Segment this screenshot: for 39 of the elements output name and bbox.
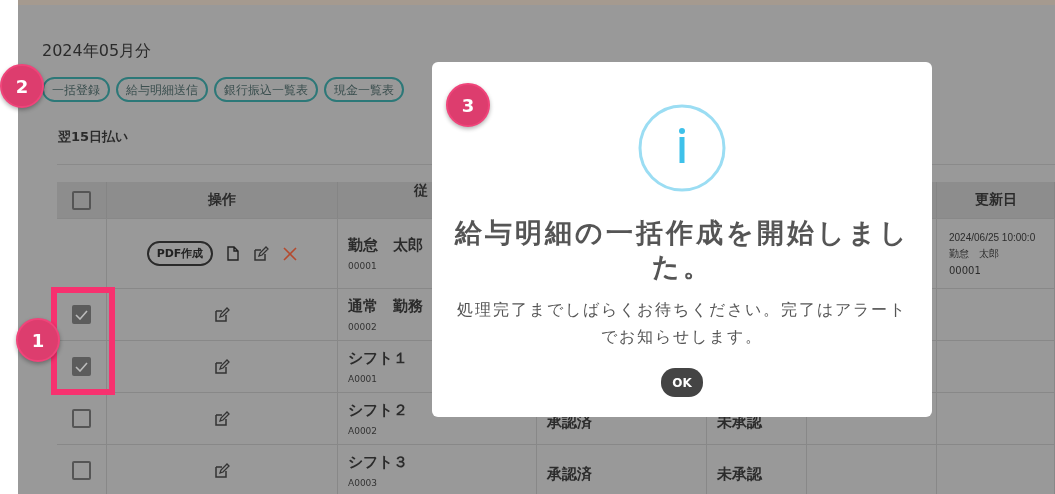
checkbox[interactable]: [72, 305, 91, 324]
checkbox[interactable]: [72, 461, 91, 480]
employee-code: 00001: [348, 261, 377, 271]
action-button[interactable]: 銀行振込一覧表: [214, 77, 318, 102]
employee-name: シフト２: [348, 401, 408, 420]
payment-label: 翌15日払い: [58, 128, 129, 146]
employee-code: A0001: [348, 374, 378, 384]
edit-icon[interactable]: [214, 410, 230, 427]
edit-icon[interactable]: [214, 358, 230, 375]
edit-icon[interactable]: [214, 306, 230, 323]
employee-name: 通常 勤務: [348, 297, 423, 316]
column-header: 更新日: [937, 182, 1055, 218]
checkbox[interactable]: [72, 409, 91, 428]
employee-code: 00002: [348, 322, 377, 332]
info-icon: [638, 104, 726, 192]
updated-time: 2024/06/25 10:00:0: [949, 231, 1036, 243]
approval-status: 未承認: [707, 444, 807, 494]
action-button[interactable]: 給与明細送信: [116, 77, 208, 102]
checkbox[interactable]: [72, 357, 91, 376]
ok-button[interactable]: OK: [661, 368, 703, 397]
employee-code: A0003: [348, 478, 378, 488]
dialog-title: 給与明細の一括作成を開始しました。: [453, 216, 911, 284]
action-button[interactable]: 現金一覧表: [324, 77, 404, 102]
employee-code: A0002: [348, 426, 378, 436]
edit-icon[interactable]: [214, 462, 230, 479]
checkbox[interactable]: [72, 190, 91, 210]
employee-name: シフト３: [348, 453, 408, 472]
edit-icon[interactable]: [253, 245, 270, 262]
updater-code: 00001: [949, 264, 981, 276]
annotation-badge: 2: [0, 64, 44, 108]
employee-name: 勤怠 太郎: [348, 236, 423, 255]
column-header: 操作: [107, 182, 338, 218]
period-title: 2024年05月分: [42, 40, 152, 62]
employee-name: シフト１: [348, 349, 408, 368]
updater-name: 勤怠 太郎: [949, 246, 999, 261]
pdf-create-button[interactable]: PDF作成: [146, 241, 214, 266]
document-icon[interactable]: [227, 246, 240, 261]
approval-status: 承認済: [537, 444, 707, 494]
dialog-message: 処理完了までしばらくお待ちください。完了はアラートでお知らせします。: [457, 299, 907, 348]
